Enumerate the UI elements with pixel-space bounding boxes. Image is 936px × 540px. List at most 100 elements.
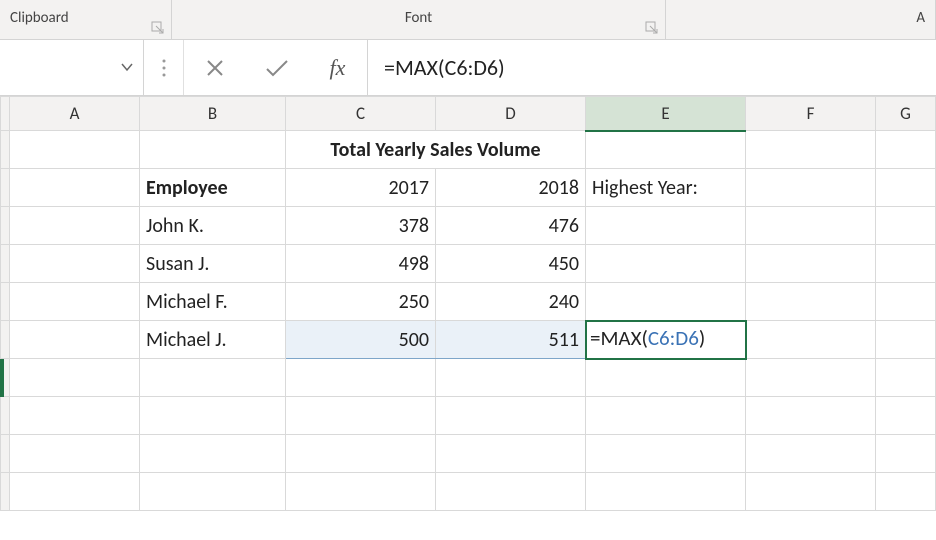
cell[interactable] bbox=[10, 207, 140, 245]
cell[interactable]: 511 bbox=[436, 321, 586, 359]
cell[interactable] bbox=[436, 473, 586, 511]
cell[interactable] bbox=[746, 245, 876, 283]
ribbon-group-clipboard[interactable]: Clipboard bbox=[0, 0, 172, 39]
col-header-C[interactable]: C bbox=[286, 97, 436, 131]
cell[interactable] bbox=[876, 359, 936, 397]
col-header-E[interactable]: E bbox=[586, 97, 746, 131]
cell[interactable] bbox=[10, 169, 140, 207]
cell[interactable] bbox=[586, 435, 746, 473]
cell[interactable]: 250 bbox=[286, 283, 436, 321]
cell[interactable] bbox=[140, 397, 286, 435]
cell[interactable] bbox=[286, 359, 436, 397]
spreadsheet-grid[interactable]: A B C D E F G Total Yearly Sales Volume bbox=[0, 96, 936, 511]
cell[interactable] bbox=[876, 473, 936, 511]
cell[interactable] bbox=[140, 473, 286, 511]
cell[interactable] bbox=[10, 359, 140, 397]
row-header[interactable] bbox=[1, 207, 10, 245]
cell[interactable] bbox=[746, 359, 876, 397]
row-header[interactable] bbox=[1, 435, 10, 473]
cell[interactable] bbox=[140, 435, 286, 473]
cell[interactable] bbox=[10, 435, 140, 473]
cell[interactable]: Employee bbox=[140, 169, 286, 207]
cell[interactable] bbox=[876, 283, 936, 321]
cell-editing[interactable]: =MAX(C6:D6) bbox=[586, 321, 746, 359]
more-icon[interactable] bbox=[144, 40, 184, 95]
cell[interactable]: Susan J. bbox=[140, 245, 286, 283]
cell[interactable] bbox=[140, 131, 286, 169]
row-header[interactable] bbox=[1, 245, 10, 283]
cell[interactable] bbox=[746, 435, 876, 473]
cell[interactable]: 500 bbox=[286, 321, 436, 359]
cell[interactable]: John K. bbox=[140, 207, 286, 245]
cell[interactable] bbox=[286, 435, 436, 473]
cancel-button[interactable] bbox=[184, 40, 246, 95]
cell[interactable] bbox=[586, 397, 746, 435]
cell[interactable] bbox=[286, 473, 436, 511]
cell[interactable] bbox=[876, 397, 936, 435]
row-header[interactable] bbox=[1, 321, 10, 359]
name-box[interactable] bbox=[0, 40, 144, 95]
row-header[interactable] bbox=[1, 283, 10, 321]
row-header[interactable] bbox=[1, 169, 10, 207]
cell[interactable] bbox=[586, 245, 746, 283]
cell[interactable] bbox=[746, 473, 876, 511]
cell-title[interactable]: Total Yearly Sales Volume bbox=[286, 131, 586, 169]
cell[interactable] bbox=[876, 245, 936, 283]
dialog-launcher-icon[interactable] bbox=[151, 21, 165, 35]
cell[interactable] bbox=[10, 473, 140, 511]
ribbon-group-font[interactable]: Font bbox=[172, 0, 666, 39]
ribbon-group-alignment[interactable]: A bbox=[666, 0, 936, 39]
insert-function-button[interactable]: fx bbox=[308, 40, 368, 95]
cell[interactable] bbox=[746, 283, 876, 321]
cell[interactable] bbox=[746, 397, 876, 435]
col-header-B[interactable]: B bbox=[140, 97, 286, 131]
select-all-corner[interactable] bbox=[1, 97, 10, 131]
cell[interactable] bbox=[10, 131, 140, 169]
cell[interactable] bbox=[436, 435, 586, 473]
cell[interactable]: 378 bbox=[286, 207, 436, 245]
cell[interactable] bbox=[876, 169, 936, 207]
row-header[interactable] bbox=[1, 473, 10, 511]
sheet-table[interactable]: A B C D E F G Total Yearly Sales Volume bbox=[0, 96, 936, 511]
cell[interactable] bbox=[286, 397, 436, 435]
cell[interactable] bbox=[140, 359, 286, 397]
cell[interactable] bbox=[10, 245, 140, 283]
enter-button[interactable] bbox=[246, 40, 308, 95]
cell[interactable]: Michael J. bbox=[140, 321, 286, 359]
cell[interactable] bbox=[746, 131, 876, 169]
col-header-A[interactable]: A bbox=[10, 97, 140, 131]
cell[interactable] bbox=[746, 207, 876, 245]
cell[interactable] bbox=[586, 283, 746, 321]
col-header-D[interactable]: D bbox=[436, 97, 586, 131]
cell[interactable]: 476 bbox=[436, 207, 586, 245]
cell[interactable] bbox=[876, 207, 936, 245]
col-header-F[interactable]: F bbox=[746, 97, 876, 131]
cell[interactable] bbox=[876, 435, 936, 473]
cell[interactable] bbox=[10, 397, 140, 435]
cell[interactable]: 240 bbox=[436, 283, 586, 321]
cell[interactable]: 2017 bbox=[286, 169, 436, 207]
formula-input[interactable]: =MAX(C6:D6) bbox=[368, 40, 936, 95]
cell[interactable] bbox=[876, 131, 936, 169]
cell[interactable] bbox=[586, 359, 746, 397]
row-header[interactable] bbox=[1, 397, 10, 435]
cell[interactable]: Highest Year: bbox=[586, 169, 746, 207]
cell[interactable]: Michael F. bbox=[140, 283, 286, 321]
cell[interactable] bbox=[10, 283, 140, 321]
cell[interactable] bbox=[586, 131, 746, 169]
cell[interactable] bbox=[436, 359, 586, 397]
chevron-down-icon[interactable] bbox=[121, 58, 133, 77]
cell[interactable]: 2018 bbox=[436, 169, 586, 207]
cell[interactable] bbox=[586, 473, 746, 511]
cell[interactable]: 450 bbox=[436, 245, 586, 283]
cell[interactable] bbox=[746, 321, 876, 359]
cell[interactable] bbox=[876, 321, 936, 359]
cell[interactable]: 498 bbox=[286, 245, 436, 283]
col-header-G[interactable]: G bbox=[876, 97, 936, 131]
cell[interactable] bbox=[10, 321, 140, 359]
cell[interactable] bbox=[586, 207, 746, 245]
cell[interactable] bbox=[436, 397, 586, 435]
cell[interactable] bbox=[746, 169, 876, 207]
row-header[interactable] bbox=[1, 131, 10, 169]
dialog-launcher-icon[interactable] bbox=[645, 21, 659, 35]
